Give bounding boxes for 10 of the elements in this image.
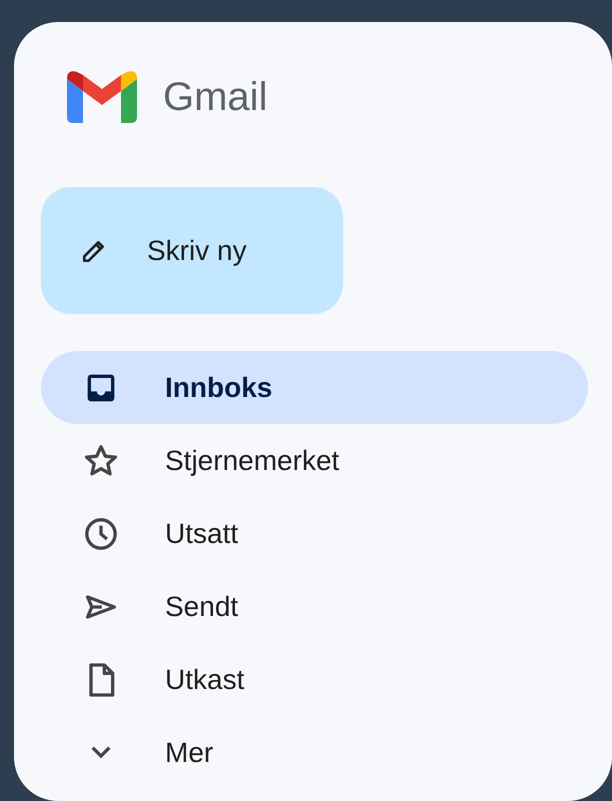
nav-item[interactable]: Stjernemerket — [41, 424, 588, 497]
nav-item[interactable]: Utkast — [41, 643, 588, 716]
nav-item[interactable]: Mer — [41, 716, 588, 789]
chevron-down-icon — [91, 746, 111, 759]
compose-button[interactable]: Skriv ny — [41, 187, 343, 314]
gmail-logo-icon — [67, 71, 137, 123]
nav-item[interactable]: Innboks — [41, 351, 588, 424]
nav-item[interactable]: Sendt — [41, 570, 588, 643]
nav-item[interactable]: Utsatt — [41, 497, 588, 570]
app-title: Gmail — [163, 77, 268, 117]
